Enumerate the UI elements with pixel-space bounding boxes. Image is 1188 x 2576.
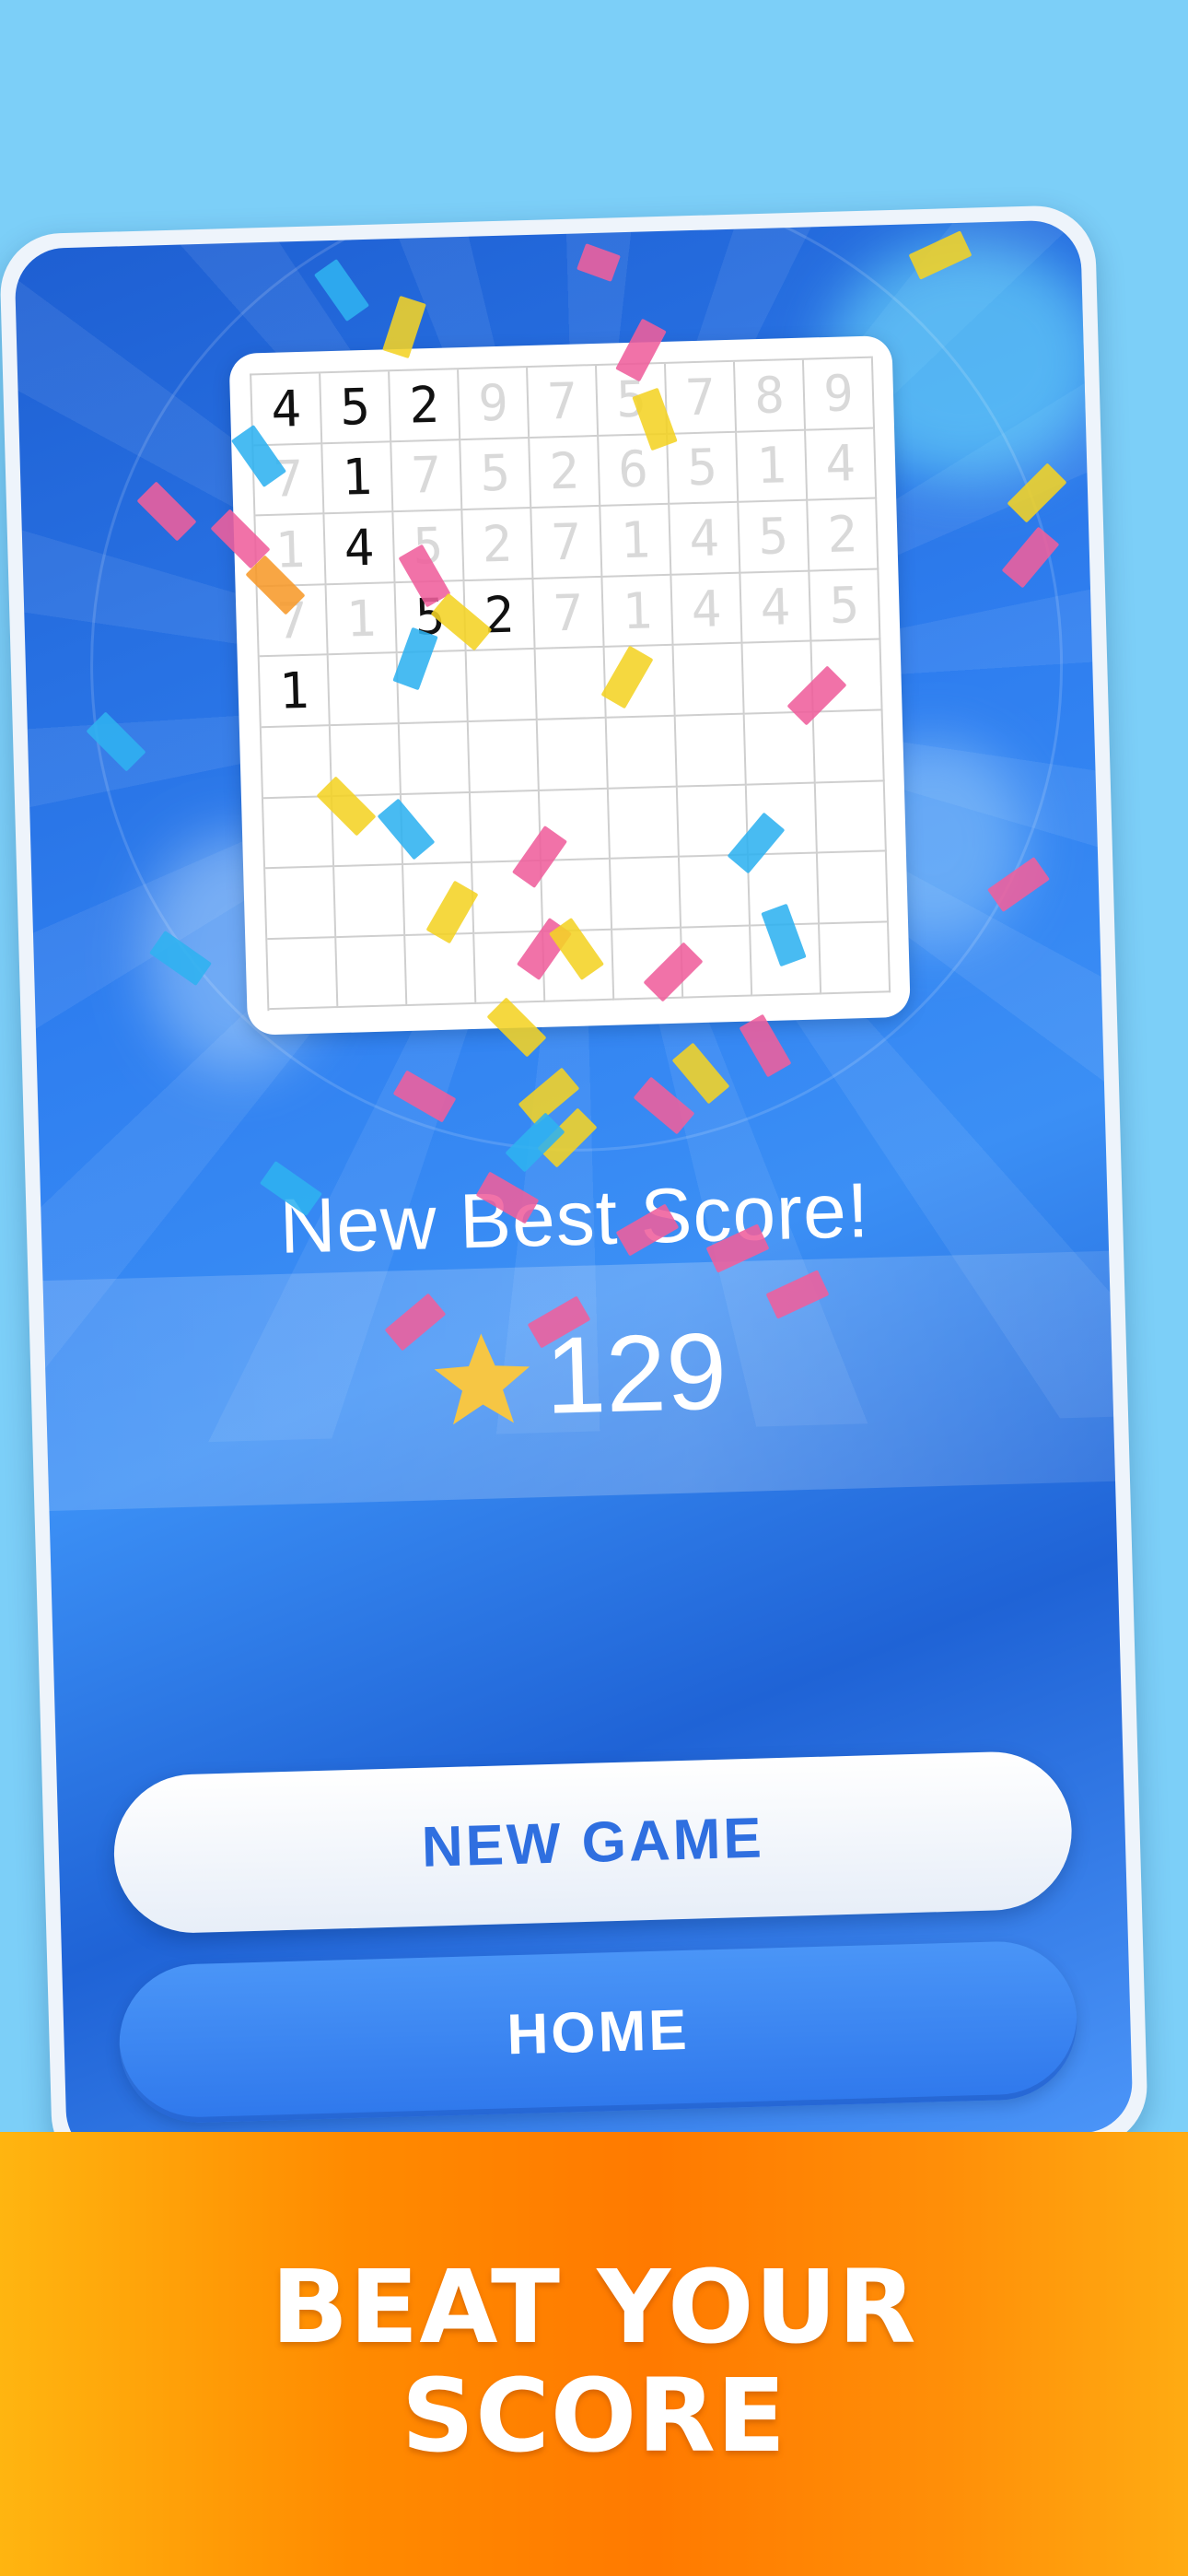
- grid-cell: [539, 789, 611, 861]
- grid-cell: 1: [322, 441, 394, 515]
- grid-cell: [472, 861, 544, 934]
- grid-cell: 5: [395, 580, 467, 654]
- grid-cell: 6: [599, 434, 670, 508]
- grid-cell: [397, 651, 469, 725]
- grid-cell: [679, 855, 751, 929]
- grid-cell: 2: [390, 369, 461, 442]
- grid-cell: 1: [600, 504, 672, 578]
- grid-cell: 2: [464, 579, 536, 652]
- grid-cell: 5: [393, 510, 465, 583]
- grid-cell: [470, 790, 542, 864]
- grid-cell: 1: [255, 514, 327, 588]
- grid-cell: [334, 865, 406, 938]
- grid-cell: [746, 783, 818, 856]
- new-game-button[interactable]: NEW GAME: [111, 1750, 1074, 1936]
- grid-cell: [267, 937, 339, 1011]
- grid-cell: [813, 710, 885, 784]
- grid-cell: 5: [597, 363, 669, 437]
- grid-cell: 1: [737, 430, 809, 503]
- grid-cell: 8: [734, 359, 807, 433]
- grid-cell: [606, 716, 678, 790]
- grid-cell: [610, 857, 682, 931]
- grid-cell: 7: [253, 443, 325, 517]
- grid-cell: 1: [326, 582, 398, 656]
- grid-cell: 4: [806, 428, 878, 501]
- grid-cell: [748, 853, 821, 927]
- grid-cell: [608, 787, 680, 860]
- grid-cell: [262, 796, 335, 870]
- card-body: 4529757897175265141452714527152714451 Ne…: [14, 219, 1134, 2161]
- game-board-preview: 4529757897175265141452714527152714451: [228, 334, 911, 1036]
- grid-cell: 7: [391, 439, 463, 513]
- grid-cell: [681, 926, 753, 999]
- grid-cell: [401, 792, 473, 866]
- grid-cell: [815, 780, 887, 854]
- grid-cell: 5: [460, 438, 532, 511]
- grid-cell: [535, 648, 607, 720]
- number-grid: 4529757897175265141452714527152714451: [250, 356, 891, 1012]
- grid-cell: 4: [671, 573, 743, 647]
- grid-cell: [265, 867, 337, 940]
- grid-cell: [673, 644, 745, 717]
- grid-cell: 4: [670, 502, 741, 576]
- grid-cell: [742, 641, 814, 715]
- grid-cell: 2: [462, 509, 534, 581]
- grid-cell: [677, 785, 749, 858]
- grid-cell: 9: [803, 357, 876, 431]
- grid-cell: 7: [665, 361, 738, 435]
- grid-cell: 2: [530, 436, 601, 509]
- grid-cell: 4: [740, 571, 812, 645]
- grid-cell: [675, 714, 747, 788]
- home-button[interactable]: HOME: [117, 1939, 1079, 2125]
- grid-cell: 4: [324, 512, 396, 586]
- grid-cell: [405, 933, 477, 1007]
- grid-cell: 2: [808, 498, 879, 572]
- grid-cell: 7: [531, 507, 603, 580]
- grid-cell: 5: [739, 500, 810, 574]
- grid-cell: 7: [533, 577, 605, 650]
- grid-cell: [542, 859, 613, 932]
- grid-cell: [399, 721, 471, 795]
- grid-cell: [543, 930, 615, 1003]
- grid-cell: 5: [320, 371, 392, 444]
- grid-cell: [751, 924, 822, 997]
- star-icon: [434, 1333, 530, 1425]
- grid-cell: [811, 639, 883, 713]
- grid-cell: [744, 712, 816, 786]
- grid-cell: [468, 720, 540, 793]
- grid-cell: [474, 931, 546, 1005]
- grid-cell: [261, 726, 332, 799]
- grid-cell: [332, 794, 404, 868]
- grid-cell: [328, 653, 400, 727]
- grid-cell: [403, 863, 475, 936]
- grid-cell: 7: [257, 585, 329, 658]
- result-card: 4529757897175265141452714527152714451 Ne…: [0, 204, 1149, 2177]
- grid-cell: [604, 646, 676, 719]
- banner-headline-line1: BEAT YOUR: [271, 2248, 917, 2366]
- score-value: 129: [543, 1310, 728, 1437]
- grid-cell: 4: [251, 373, 323, 446]
- banner-headline-line2: SCORE: [401, 2357, 787, 2475]
- grid-cell: [820, 922, 891, 995]
- grid-cell: 5: [668, 432, 740, 505]
- grid-cell: [817, 851, 890, 925]
- grid-cell: [336, 935, 408, 1009]
- grid-cell: [612, 928, 684, 1001]
- grid-cell: 1: [259, 655, 331, 729]
- grid-cell: 5: [809, 569, 881, 642]
- grid-cell: [466, 650, 538, 722]
- grid-cell: 7: [528, 365, 600, 439]
- grid-cell: [330, 724, 402, 797]
- grid-cell: [537, 718, 609, 791]
- grid-cell: 9: [459, 368, 530, 440]
- grid-cell: 1: [602, 575, 674, 649]
